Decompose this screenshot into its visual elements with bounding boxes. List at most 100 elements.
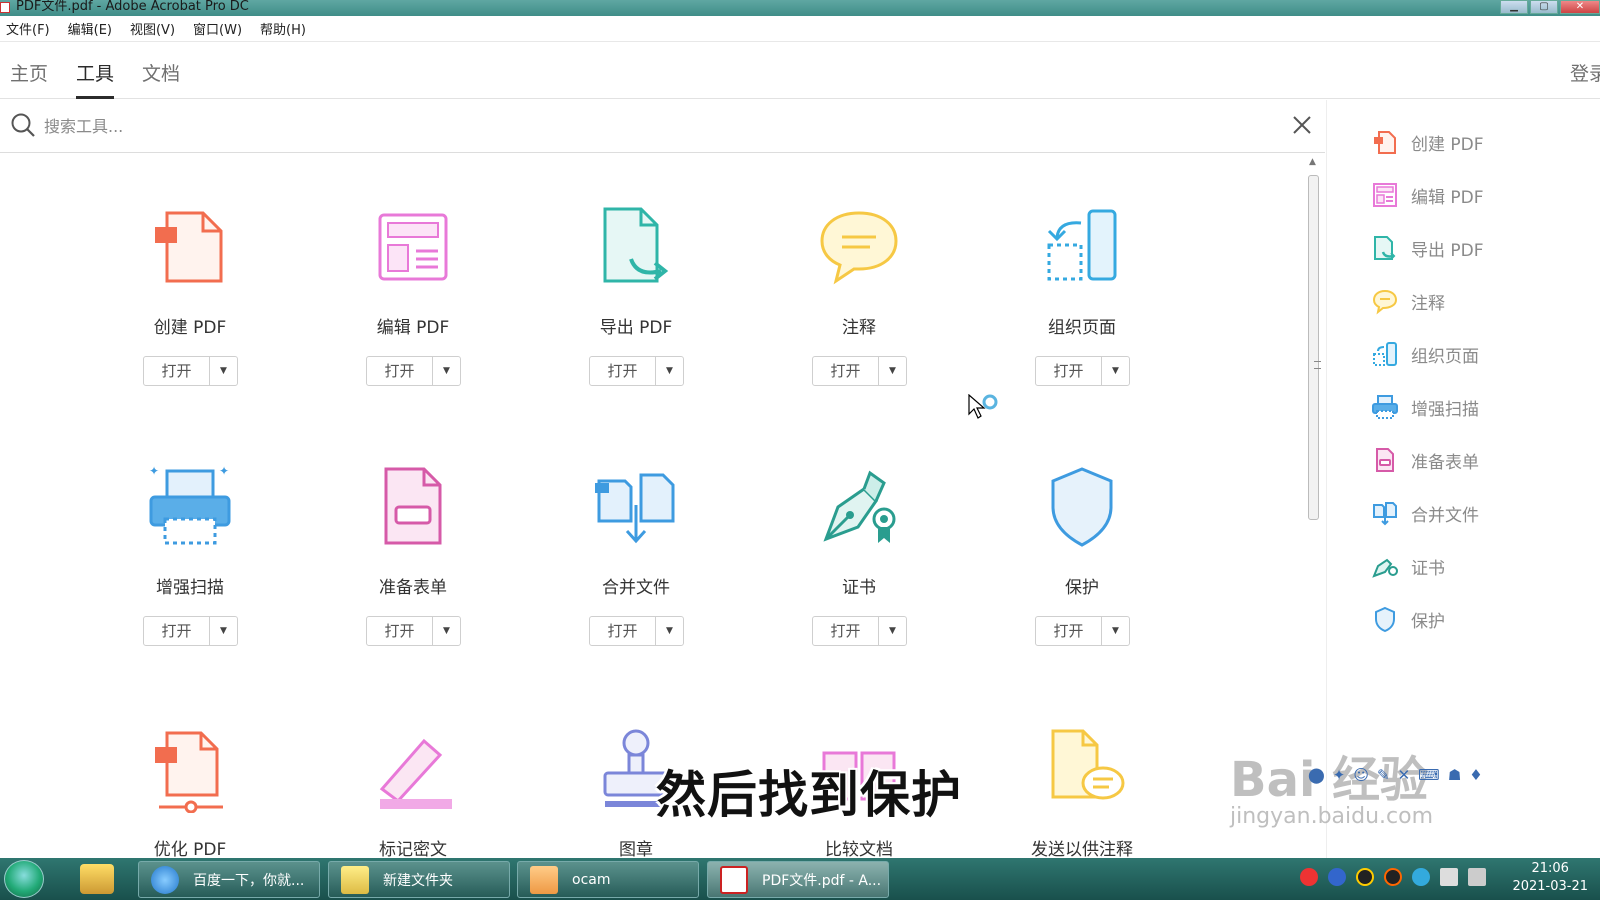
ime-keyboard-icon[interactable]: ⌨ [1418,766,1440,784]
open-button-group: 打开 ▼ [812,356,907,386]
panel-item-comment[interactable]: 注释 [1371,281,1445,321]
panel-item-certificate[interactable]: 证书 [1371,546,1445,586]
taskbar-item-label: 百度一下，你就... [193,872,305,889]
scroll-up-icon[interactable]: ▲ [1309,157,1316,167]
tab-document[interactable]: 文档 [142,59,180,99]
tool-label: 合并文件 [602,578,670,598]
mouse-cursor-icon [968,394,998,419]
create-pdf-icon [1374,131,1396,154]
panel-item-prepare-form[interactable]: 准备表单 [1371,440,1479,480]
open-button[interactable]: 打开 [144,617,210,645]
taskbar-item-acrobat[interactable]: PDF文件.pdf - A... [707,861,889,898]
chevron-down-icon[interactable]: ▼ [656,357,683,385]
open-button[interactable]: 打开 [1036,617,1102,645]
tab-tools[interactable]: 工具 [76,59,115,99]
search-input[interactable] [44,112,1244,140]
menu-file[interactable]: 文件(F) [0,19,58,38]
qq-alt-icon[interactable] [1384,868,1402,886]
open-button[interactable]: 打开 [144,357,210,385]
ime-punctuation-icon[interactable]: ✦ [1333,766,1346,784]
chevron-down-icon[interactable]: ▼ [433,617,460,645]
edit-pdf-icon [1373,183,1397,207]
open-button-group: 打开 ▼ [143,356,238,386]
chevron-down-icon[interactable]: ▼ [656,617,683,645]
panel-item-enhance-scan[interactable]: 增强扫描 [1371,387,1479,427]
taskbar-item-folder[interactable]: 新建文件夹 [328,861,510,898]
main-tabs: 主页 工具 文档 登录 [0,43,1600,99]
open-button-group: 打开 ▼ [812,616,907,646]
open-button[interactable]: 打开 [590,617,656,645]
chevron-down-icon[interactable]: ▼ [1102,617,1129,645]
ime-emoji-icon[interactable]: ☺ [1353,766,1369,784]
panel-item-label: 证书 [1411,558,1445,579]
security-icon[interactable] [1328,868,1346,886]
chevron-down-icon[interactable]: ▼ [879,357,906,385]
panel-item-edit-pdf[interactable]: 编辑 PDF [1371,175,1484,215]
system-tray [1300,868,1486,886]
tool-card-protect: 保护 打开 ▼ [982,421,1182,646]
maximize-button[interactable]: ▢ [1530,0,1558,14]
clock-date: 2021-03-21 [1512,879,1588,894]
tool-search-bar [0,100,1325,153]
menu-edit[interactable]: 编辑(E) [62,19,120,38]
record-icon[interactable] [1300,868,1318,886]
sign-in-link[interactable]: 登录 [1570,59,1600,86]
chevron-down-icon[interactable]: ▼ [879,617,906,645]
send-for-comments-icon [1051,729,1125,800]
tool-label: 保护 [1065,578,1099,598]
chevron-down-icon[interactable]: ▼ [210,617,237,645]
redact-icon [379,738,452,809]
panel-item-export-pdf[interactable]: 导出 PDF [1371,228,1484,268]
menu-window[interactable]: 窗口(W) [187,19,250,38]
ime-user-icon[interactable]: ☗ [1448,766,1461,784]
chevron-down-icon[interactable]: ▼ [1102,357,1129,385]
close-window-button[interactable]: ✕ [1560,0,1600,14]
menu-view[interactable]: 视图(V) [124,19,183,38]
open-button-group: 打开 ▼ [366,616,461,646]
quick-launch-icon[interactable] [80,864,114,894]
open-button[interactable]: 打开 [367,357,433,385]
chevron-down-icon[interactable]: ▼ [433,357,460,385]
tab-home[interactable]: 主页 [10,59,48,99]
menu-help[interactable]: 帮助(H) [254,19,314,38]
panel-item-organize-pages[interactable]: 组织页面 [1371,334,1479,374]
network-globe-icon[interactable] [1412,868,1430,886]
tool-card-export-pdf: 导出 PDF 打开 ▼ [536,161,736,386]
taskbar-item-label: PDF文件.pdf - A... [762,872,882,889]
volume-icon[interactable] [1468,868,1486,886]
tool-label: 组织页面 [1048,318,1116,338]
start-button[interactable] [4,860,44,898]
minimize-button[interactable]: ▁ [1500,0,1528,14]
chevron-down-icon[interactable]: ▼ [210,357,237,385]
panel-item-label: 保护 [1411,611,1445,632]
ime-skin-icon[interactable]: ♦ [1469,766,1482,784]
system-clock[interactable]: 21:06 2021-03-21 [1512,860,1588,896]
tool-card-enhance-scan: ✦ ✦ 增强扫描 打开 ▼ [90,421,290,646]
panel-item-label: 合并文件 [1411,505,1479,526]
acrobat-app-icon [0,2,10,13]
panel-item-create-pdf[interactable]: 创建 PDF [1371,122,1484,162]
close-icon[interactable] [1291,114,1313,136]
ime-logo-icon[interactable]: ⬤ [1308,766,1325,784]
qq-icon[interactable] [1356,868,1374,886]
open-button-group: 打开 ▼ [366,356,461,386]
open-button[interactable]: 打开 [813,617,879,645]
panel-item-combine-files[interactable]: 合并文件 [1371,493,1479,533]
ime-toolbar: ⬤ ✦ ☺ ✎ ✕ ⌨ ☗ ♦ [1308,766,1483,784]
ime-tools-icon[interactable]: ✕ [1398,766,1411,784]
tool-card-organize-pages: 组织页面 打开 ▼ [982,161,1182,386]
open-button[interactable]: 打开 [1036,357,1102,385]
enhance-scan-icon: ✦ ✦ [149,464,231,545]
panel-item-protect[interactable]: 保护 [1371,599,1445,639]
signal-icon[interactable] [1440,868,1458,886]
open-button[interactable]: 打开 [590,357,656,385]
scrollbar-thumb[interactable] [1308,175,1321,520]
ocam-icon [530,865,558,894]
ime-pen-icon[interactable]: ✎ [1377,766,1390,784]
taskbar-item-ocam[interactable]: ocam [517,861,699,898]
prepare-form-icon [384,467,442,545]
taskbar-item-browser[interactable]: 百度一下，你就... [138,861,320,898]
optimize-pdf-icon [155,731,223,813]
open-button[interactable]: 打开 [367,617,433,645]
open-button[interactable]: 打开 [813,357,879,385]
